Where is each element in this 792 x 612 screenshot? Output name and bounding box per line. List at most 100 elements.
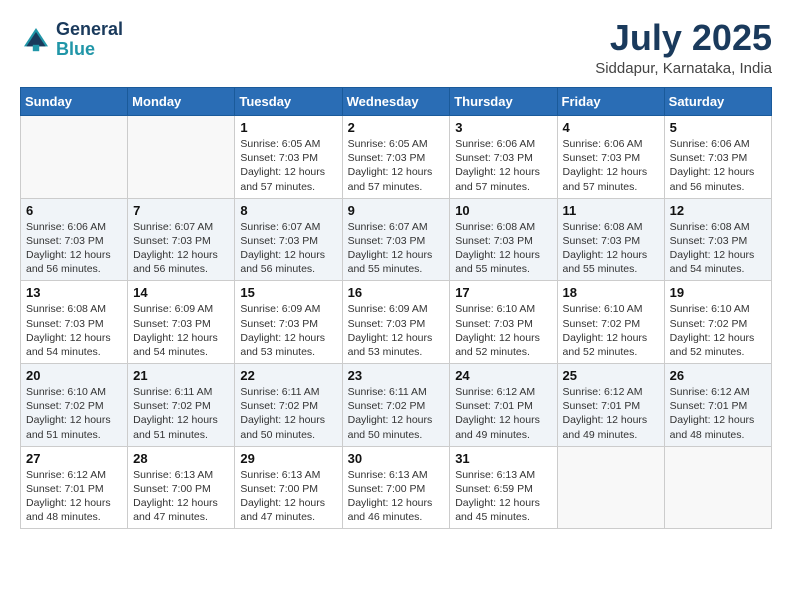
day-info: Sunrise: 6:06 AM Sunset: 7:03 PM Dayligh… xyxy=(455,137,551,194)
day-number: 25 xyxy=(563,368,659,383)
day-number: 18 xyxy=(563,285,659,300)
day-number: 29 xyxy=(240,451,336,466)
day-info: Sunrise: 6:06 AM Sunset: 7:03 PM Dayligh… xyxy=(26,220,122,277)
calendar-day-cell: 25 Sunrise: 6:12 AM Sunset: 7:01 PM Dayli… xyxy=(557,364,664,447)
day-info: Sunrise: 6:08 AM Sunset: 7:03 PM Dayligh… xyxy=(670,220,766,277)
day-number: 15 xyxy=(240,285,336,300)
day-number: 22 xyxy=(240,368,336,383)
calendar-day-cell: 16 Sunrise: 6:09 AM Sunset: 7:03 PM Dayli… xyxy=(342,281,450,364)
location-subtitle: Siddapur, Karnataka, India xyxy=(595,60,772,77)
calendar-day-cell: 29 Sunrise: 6:13 AM Sunset: 7:00 PM Dayli… xyxy=(235,446,342,529)
month-year-title: July 2025 xyxy=(595,20,772,56)
day-info: Sunrise: 6:05 AM Sunset: 7:03 PM Dayligh… xyxy=(348,137,445,194)
calendar-day-cell: 7 Sunrise: 6:07 AM Sunset: 7:03 PM Daylig… xyxy=(128,198,235,281)
logo-text: General Blue xyxy=(56,20,123,60)
calendar-day-cell: 5 Sunrise: 6:06 AM Sunset: 7:03 PM Daylig… xyxy=(664,116,771,199)
day-number: 6 xyxy=(26,203,122,218)
day-number: 8 xyxy=(240,203,336,218)
calendar-week-row: 6 Sunrise: 6:06 AM Sunset: 7:03 PM Daylig… xyxy=(21,198,772,281)
day-number: 20 xyxy=(26,368,122,383)
day-info: Sunrise: 6:10 AM Sunset: 7:03 PM Dayligh… xyxy=(455,302,551,359)
day-info: Sunrise: 6:09 AM Sunset: 7:03 PM Dayligh… xyxy=(133,302,229,359)
day-info: Sunrise: 6:08 AM Sunset: 7:03 PM Dayligh… xyxy=(26,302,122,359)
calendar-week-row: 20 Sunrise: 6:10 AM Sunset: 7:02 PM Dayli… xyxy=(21,364,772,447)
day-number: 21 xyxy=(133,368,229,383)
day-number: 31 xyxy=(455,451,551,466)
calendar-day-cell: 19Sunrise: 6:10 AM Sunset: 7:02 PM Dayli… xyxy=(664,281,771,364)
day-info: Sunrise: 6:12 AM Sunset: 7:01 PM Dayligh… xyxy=(670,385,766,442)
calendar-day-cell xyxy=(128,116,235,199)
day-info: Sunrise: 6:10 AM Sunset: 7:02 PM Dayligh… xyxy=(670,302,766,359)
calendar-day-cell: 24 Sunrise: 6:12 AM Sunset: 7:01 PM Dayli… xyxy=(450,364,557,447)
calendar-week-row: 1 Sunrise: 6:05 AM Sunset: 7:03 PM Daylig… xyxy=(21,116,772,199)
calendar-day-header: Thursday xyxy=(450,88,557,116)
calendar-day-cell: 20 Sunrise: 6:10 AM Sunset: 7:02 PM Dayli… xyxy=(21,364,128,447)
calendar-day-cell: 6 Sunrise: 6:06 AM Sunset: 7:03 PM Daylig… xyxy=(21,198,128,281)
page-header: General Blue July 2025 Siddapur, Karnata… xyxy=(20,20,772,77)
day-info: Sunrise: 6:12 AM Sunset: 7:01 PM Dayligh… xyxy=(26,468,122,525)
calendar-day-cell: 18 Sunrise: 6:10 AM Sunset: 7:02 PM Dayli… xyxy=(557,281,664,364)
calendar-day-cell: 4Sunrise: 6:06 AM Sunset: 7:03 PM Daylig… xyxy=(557,116,664,199)
calendar-day-cell xyxy=(21,116,128,199)
day-number: 12 xyxy=(670,203,766,218)
day-number: 26 xyxy=(670,368,766,383)
calendar-day-cell: 2 Sunrise: 6:05 AM Sunset: 7:03 PM Daylig… xyxy=(342,116,450,199)
logo: General Blue xyxy=(20,20,123,60)
day-number: 7 xyxy=(133,203,229,218)
day-info: Sunrise: 6:11 AM Sunset: 7:02 PM Dayligh… xyxy=(348,385,445,442)
day-info: Sunrise: 6:10 AM Sunset: 7:02 PM Dayligh… xyxy=(563,302,659,359)
calendar-day-cell: 28Sunrise: 6:13 AM Sunset: 7:00 PM Dayli… xyxy=(128,446,235,529)
calendar-day-cell: 11 Sunrise: 6:08 AM Sunset: 7:03 PM Dayli… xyxy=(557,198,664,281)
calendar-day-cell: 13Sunrise: 6:08 AM Sunset: 7:03 PM Dayli… xyxy=(21,281,128,364)
calendar-day-cell: 12 Sunrise: 6:08 AM Sunset: 7:03 PM Dayli… xyxy=(664,198,771,281)
day-info: Sunrise: 6:05 AM Sunset: 7:03 PM Dayligh… xyxy=(240,137,336,194)
day-number: 23 xyxy=(348,368,445,383)
day-number: 24 xyxy=(455,368,551,383)
day-info: Sunrise: 6:07 AM Sunset: 7:03 PM Dayligh… xyxy=(133,220,229,277)
day-number: 11 xyxy=(563,203,659,218)
day-number: 17 xyxy=(455,285,551,300)
day-info: Sunrise: 6:06 AM Sunset: 7:03 PM Dayligh… xyxy=(670,137,766,194)
day-info: Sunrise: 6:09 AM Sunset: 7:03 PM Dayligh… xyxy=(348,302,445,359)
calendar-day-cell: 22 Sunrise: 6:11 AM Sunset: 7:02 PM Dayli… xyxy=(235,364,342,447)
calendar-day-header: Wednesday xyxy=(342,88,450,116)
day-number: 30 xyxy=(348,451,445,466)
day-number: 16 xyxy=(348,285,445,300)
title-block: July 2025 Siddapur, Karnataka, India xyxy=(595,20,772,77)
calendar-day-header: Sunday xyxy=(21,88,128,116)
calendar-day-cell: 26 Sunrise: 6:12 AM Sunset: 7:01 PM Dayli… xyxy=(664,364,771,447)
calendar-day-header: Tuesday xyxy=(235,88,342,116)
calendar-day-cell: 31 Sunrise: 6:13 AM Sunset: 6:59 PM Dayli… xyxy=(450,446,557,529)
day-info: Sunrise: 6:12 AM Sunset: 7:01 PM Dayligh… xyxy=(563,385,659,442)
day-number: 5 xyxy=(670,120,766,135)
day-info: Sunrise: 6:07 AM Sunset: 7:03 PM Dayligh… xyxy=(348,220,445,277)
calendar-day-header: Friday xyxy=(557,88,664,116)
calendar-day-cell: 23 Sunrise: 6:11 AM Sunset: 7:02 PM Dayli… xyxy=(342,364,450,447)
calendar-day-cell: 10 Sunrise: 6:08 AM Sunset: 7:03 PM Dayli… xyxy=(450,198,557,281)
day-info: Sunrise: 6:08 AM Sunset: 7:03 PM Dayligh… xyxy=(455,220,551,277)
calendar-day-cell: 1 Sunrise: 6:05 AM Sunset: 7:03 PM Daylig… xyxy=(235,116,342,199)
day-info: Sunrise: 6:13 AM Sunset: 6:59 PM Dayligh… xyxy=(455,468,551,525)
logo-icon xyxy=(20,24,52,56)
calendar-day-cell: 3Sunrise: 6:06 AM Sunset: 7:03 PM Daylig… xyxy=(450,116,557,199)
day-number: 10 xyxy=(455,203,551,218)
day-info: Sunrise: 6:11 AM Sunset: 7:02 PM Dayligh… xyxy=(133,385,229,442)
day-number: 27 xyxy=(26,451,122,466)
day-number: 4 xyxy=(563,120,659,135)
calendar-day-cell: 17 Sunrise: 6:10 AM Sunset: 7:03 PM Dayli… xyxy=(450,281,557,364)
day-number: 2 xyxy=(348,120,445,135)
day-info: Sunrise: 6:08 AM Sunset: 7:03 PM Dayligh… xyxy=(563,220,659,277)
calendar-day-cell xyxy=(664,446,771,529)
calendar-day-cell xyxy=(557,446,664,529)
day-info: Sunrise: 6:12 AM Sunset: 7:01 PM Dayligh… xyxy=(455,385,551,442)
day-info: Sunrise: 6:13 AM Sunset: 7:00 PM Dayligh… xyxy=(348,468,445,525)
day-info: Sunrise: 6:07 AM Sunset: 7:03 PM Dayligh… xyxy=(240,220,336,277)
day-number: 1 xyxy=(240,120,336,135)
day-info: Sunrise: 6:11 AM Sunset: 7:02 PM Dayligh… xyxy=(240,385,336,442)
calendar-day-header: Saturday xyxy=(664,88,771,116)
calendar-day-cell: 21 Sunrise: 6:11 AM Sunset: 7:02 PM Dayli… xyxy=(128,364,235,447)
calendar-table: SundayMondayTuesdayWednesdayThursdayFrid… xyxy=(20,87,772,529)
day-info: Sunrise: 6:13 AM Sunset: 7:00 PM Dayligh… xyxy=(240,468,336,525)
day-number: 9 xyxy=(348,203,445,218)
day-info: Sunrise: 6:10 AM Sunset: 7:02 PM Dayligh… xyxy=(26,385,122,442)
